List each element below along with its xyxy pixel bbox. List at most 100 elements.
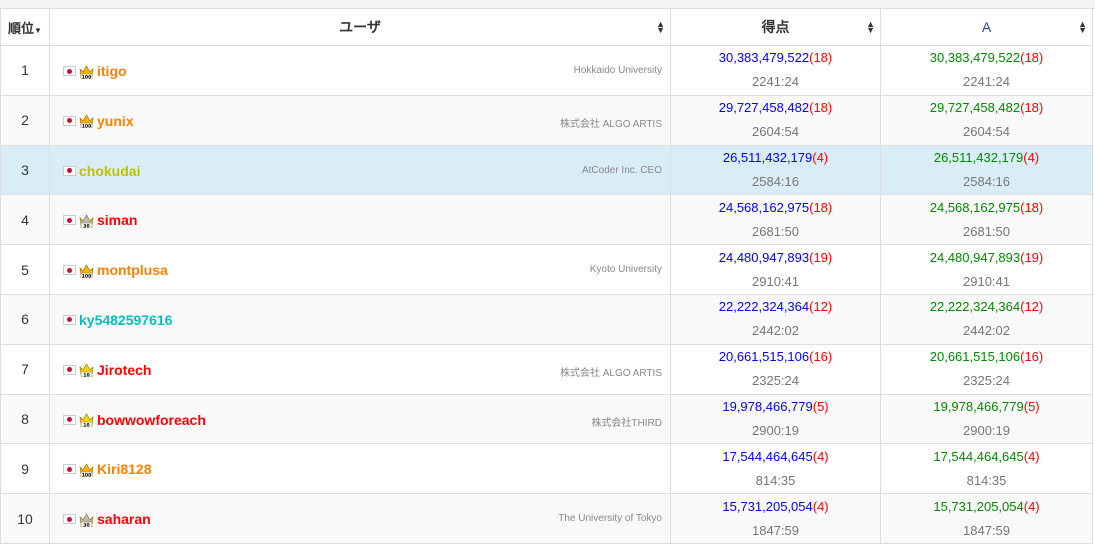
username-link[interactable]: bowwowforeach (97, 412, 206, 428)
username-link[interactable]: Jirotech (97, 362, 151, 378)
task-a-score-cell: 24,480,947,893(19) 2910:41 (880, 244, 1093, 295)
crown-30-icon: 30 (79, 213, 94, 228)
crown-30-icon: 30 (79, 512, 94, 527)
rank-value: 1 (21, 62, 29, 79)
sort-icon: ▲ ▼ (656, 19, 665, 35)
elapsed-time: 2442:02 (752, 323, 799, 339)
japan-flag-icon (63, 66, 76, 76)
rank-column-header[interactable]: 順位▼ (0, 8, 50, 46)
user-cell: 100 montplusa Kyoto University (49, 244, 671, 295)
total-score-value: 17,544,464,645 (722, 448, 813, 464)
total-score-cell: 22,222,324,364(12) 2442:02 (670, 293, 881, 345)
task-a-elapsed-time: 814:35 (966, 472, 1007, 488)
task-a-column-header[interactable]: A ▲ ▼ (880, 8, 1093, 46)
username-link[interactable]: Kiri8128 (97, 461, 151, 477)
task-a-score-cell: 29,727,458,482(18) 2604:54 (880, 94, 1093, 146)
rank-cell: 3 (0, 144, 50, 196)
japan-flag-icon (63, 165, 76, 176)
user-cell: chokudai AtCoder Inc. CEO (49, 144, 671, 196)
task-a-penalty-count: (16) (1020, 349, 1044, 365)
penalty-count: (12) (809, 299, 833, 315)
task-a-score-cell: 17,544,464,645(4) 814:35 (880, 443, 1093, 495)
rank-value: 8 (21, 410, 29, 427)
japan-flag-icon (63, 265, 76, 276)
penalty-count: (4) (812, 149, 829, 165)
total-score-cell: 29,727,458,482(18) 2604:54 (670, 94, 881, 146)
japan-flag-icon (63, 115, 76, 126)
affiliation-text: AtCoder Inc. CEO (581, 164, 662, 176)
total-score-cell: 15,731,205,054(4) 1847:59 (670, 493, 881, 544)
username-link[interactable]: saharan (97, 511, 151, 527)
task-a-score-cell: 20,661,515,106(16) 2325:24 (880, 343, 1093, 395)
caret-down-icon: ▼ (34, 25, 42, 35)
total-score-cell: 24,568,162,975(18) 2681:50 (670, 194, 881, 246)
username-link[interactable]: yunix (97, 113, 134, 129)
task-a-penalty-count: (4) (1023, 498, 1040, 514)
svg-text:100: 100 (82, 273, 92, 278)
task-a-penalty-count: (4) (1023, 448, 1040, 464)
rank-cell: 4 (0, 194, 50, 246)
penalty-count: (4) (812, 448, 829, 464)
svg-text:30: 30 (83, 522, 89, 527)
task-a-score-value: 24,568,162,975 (929, 199, 1021, 215)
svg-text:10: 10 (83, 373, 89, 378)
task-a-score-cell: 15,731,205,054(4) 1847:59 (880, 493, 1093, 544)
total-score-value: 22,222,324,364 (718, 299, 810, 315)
task-a-elapsed-time: 2604:54 (963, 124, 1010, 140)
japan-flag-icon (63, 414, 76, 425)
svg-text:100: 100 (82, 124, 92, 129)
elapsed-time: 2900:19 (752, 422, 799, 438)
rank-value: 9 (21, 460, 29, 477)
task-a-score-value: 17,544,464,645 (933, 448, 1024, 464)
task-a-elapsed-time: 2325:24 (963, 373, 1010, 389)
task-a-header-label: A (981, 19, 992, 35)
svg-text:100: 100 (82, 74, 92, 79)
task-a-elapsed-time: 2681:50 (963, 223, 1010, 239)
japan-flag-icon (63, 464, 76, 475)
rank-header-label: 順位 (8, 20, 35, 36)
elapsed-time: 2604:54 (752, 124, 799, 140)
rank-value: 10 (17, 510, 33, 527)
task-a-penalty-count: (18) (1020, 199, 1044, 215)
rank-value: 3 (21, 161, 29, 178)
rank-cell: 5 (0, 244, 50, 295)
affiliation-text: The University of Tokyo (558, 513, 662, 525)
username-link[interactable]: itigo (97, 63, 127, 79)
crown-100-icon: 100 (79, 462, 94, 477)
task-a-penalty-count: (5) (1023, 398, 1040, 414)
task-a-penalty-count: (18) (1020, 100, 1044, 116)
task-a-elapsed-time: 1847:59 (963, 522, 1010, 538)
total-score-value: 24,480,947,893 (718, 249, 810, 265)
elapsed-time: 2681:50 (752, 223, 799, 239)
task-a-score-value: 15,731,205,054 (933, 498, 1024, 514)
affiliation-text: 株式会社 ALGO ARTIS (559, 118, 662, 130)
username-link[interactable]: siman (97, 212, 137, 228)
crown-100-icon: 100 (79, 64, 94, 79)
user-cell: 100 yunix 株式会社 ALGO ARTIS (49, 94, 671, 146)
affiliation-text: Kyoto University (589, 264, 662, 276)
penalty-count: (18) (809, 50, 833, 66)
table-row: 2 100 yunix 株式会社 ALGO ARTIS 29,727,458,482(1… (0, 94, 1093, 146)
task-a-penalty-count: (4) (1023, 149, 1040, 165)
rank-value: 7 (21, 361, 29, 378)
username-link[interactable]: ky5482597616 (79, 312, 172, 328)
total-score-value: 20,661,515,106 (718, 349, 810, 365)
task-a-elapsed-time: 2900:19 (963, 422, 1010, 438)
japan-flag-icon (63, 364, 76, 375)
user-cell: 10 bowwowforeach 株式会社THIRD (49, 393, 671, 445)
username-link[interactable]: montplusa (97, 262, 168, 278)
affiliation-text: 株式会社 ALGO ARTIS (559, 367, 662, 379)
total-score-value: 15,731,205,054 (722, 498, 813, 514)
penalty-count: (18) (809, 100, 833, 116)
rank-cell: 1 (0, 45, 50, 96)
elapsed-time: 2910:41 (752, 273, 799, 289)
svg-text:10: 10 (83, 422, 89, 427)
rank-cell: 10 (0, 493, 50, 544)
user-column-header[interactable]: ユーザ ▲ ▼ (49, 8, 671, 46)
username-link[interactable]: chokudai (79, 163, 140, 179)
penalty-count: (5) (812, 398, 829, 414)
score-column-header[interactable]: 得点 ▲ ▼ (670, 8, 881, 46)
rank-cell: 9 (0, 443, 50, 495)
task-a-score-value: 29,727,458,482 (929, 100, 1021, 116)
total-score-value: 29,727,458,482 (718, 100, 810, 116)
